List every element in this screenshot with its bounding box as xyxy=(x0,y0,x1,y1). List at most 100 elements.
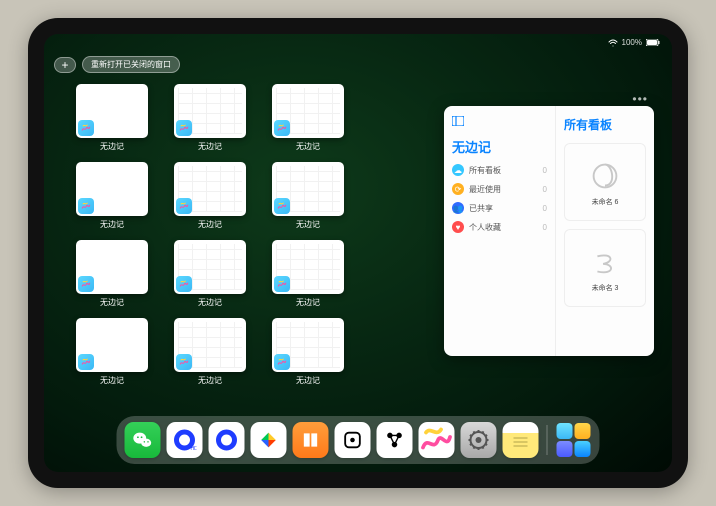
window-label: 无边记 xyxy=(100,375,124,386)
dock-app-books[interactable] xyxy=(293,422,329,458)
sidebar-item-label: 最近使用 xyxy=(469,184,501,195)
window-preview xyxy=(272,162,344,216)
sidebar-item-label: 所有看板 xyxy=(469,165,501,176)
window-thumbnail[interactable]: 无边记 xyxy=(174,318,246,386)
board-preview xyxy=(586,243,624,281)
dock-app-connect[interactable] xyxy=(377,422,413,458)
window-preview xyxy=(174,318,246,372)
reopen-closed-window-button[interactable]: 重新打开已关闭的窗口 xyxy=(82,56,180,73)
sidebar-toggle-icon[interactable] xyxy=(452,116,547,129)
window-preview xyxy=(76,162,148,216)
freeform-app-icon xyxy=(176,120,192,136)
window-thumbnail[interactable]: 无边记 xyxy=(174,84,246,152)
sidebar-item[interactable]: ♥ 个人收藏 0 xyxy=(452,221,547,233)
window-label: 无边记 xyxy=(198,219,222,230)
window-thumbnail[interactable]: 无边记 xyxy=(76,84,148,152)
window-preview xyxy=(272,84,344,138)
sidebar-item-count: 0 xyxy=(543,223,547,232)
window-thumbnail[interactable]: 无边记 xyxy=(76,240,148,308)
window-label: 无边记 xyxy=(100,297,124,308)
top-bar: + 重新打开已关闭的窗口 xyxy=(54,56,180,73)
sidebar-item-icon: ☁ xyxy=(452,164,464,176)
sidebar-item-icon: ⟳ xyxy=(452,183,464,195)
freeform-app-icon xyxy=(274,198,290,214)
dock-app-notes[interactable] xyxy=(503,422,539,458)
freeform-app-icon xyxy=(78,354,94,370)
dock-app-play[interactable] xyxy=(251,422,287,458)
battery-text: 100% xyxy=(622,38,642,47)
sidebar-item[interactable]: ☁ 所有看板 0 xyxy=(452,164,547,176)
sidebar-item-count: 0 xyxy=(543,166,547,175)
window-label: 无边记 xyxy=(296,141,320,152)
board-name: 未命名 3 xyxy=(592,283,619,293)
screen: 100% + 重新打开已关闭的窗口 无边记无边记无边记无边记无边记无边记无边记无… xyxy=(44,34,672,472)
sidebar-item-label: 已共享 xyxy=(469,203,493,214)
freeform-app-icon xyxy=(274,354,290,370)
wifi-icon xyxy=(608,39,618,47)
board-thumbnail[interactable]: 未命名 3 xyxy=(564,229,646,307)
new-window-button[interactable]: + xyxy=(54,57,76,73)
board-thumbnail[interactable]: 未命名 6 xyxy=(564,143,646,221)
window-switcher-grid: 无边记无边记无边记无边记无边记无边记无边记无边记无边记无边记无边记无边记 xyxy=(76,84,344,386)
window-preview xyxy=(174,240,246,294)
battery-icon xyxy=(646,39,660,46)
sidebar-item[interactable]: 👥 已共享 0 xyxy=(452,202,547,214)
window-preview xyxy=(174,162,246,216)
window-label: 无边记 xyxy=(100,219,124,230)
freeform-app-icon xyxy=(78,120,94,136)
window-label: 无边记 xyxy=(296,375,320,386)
freeform-app-icon xyxy=(274,276,290,292)
freeform-app-icon xyxy=(176,276,192,292)
dock-app-settings[interactable] xyxy=(461,422,497,458)
sidebar-item-icon: ♥ xyxy=(452,221,464,233)
window-label: 无边记 xyxy=(296,297,320,308)
window-label: 无边记 xyxy=(198,375,222,386)
window-preview xyxy=(272,318,344,372)
window-thumbnail[interactable]: 无边记 xyxy=(76,162,148,230)
dock-recent-apps[interactable] xyxy=(556,422,592,458)
svg-text:HD: HD xyxy=(191,446,197,452)
window-preview xyxy=(76,84,148,138)
window-thumbnail[interactable]: 无边记 xyxy=(272,84,344,152)
sidebar-item[interactable]: ⟳ 最近使用 0 xyxy=(452,183,547,195)
freeform-app-icon xyxy=(176,198,192,214)
freeform-app-icon xyxy=(78,198,94,214)
sidebar-item-count: 0 xyxy=(543,204,547,213)
board-name: 未命名 6 xyxy=(592,197,619,207)
window-label: 无边记 xyxy=(296,219,320,230)
dock-separator xyxy=(547,425,548,455)
panel-sidebar: 无边记 ☁所有看板0⟳最近使用0👥已共享0♥个人收藏0 xyxy=(444,106,556,356)
freeform-app-icon xyxy=(274,120,290,136)
panel-right-title: 所有看板 xyxy=(564,116,646,133)
dock: HD xyxy=(117,416,600,464)
freeform-sidebar-panel[interactable]: ••• 无边记 ☁所有看板0⟳最近使用0👥已共享0♥个人收藏0 所有看板 未命名… xyxy=(444,106,654,356)
board-preview xyxy=(586,157,624,195)
dock-app-dice[interactable] xyxy=(335,422,371,458)
dock-app-quark-hd[interactable]: HD xyxy=(167,422,203,458)
window-thumbnail[interactable]: 无边记 xyxy=(272,162,344,230)
sidebar-item-icon: 👥 xyxy=(452,202,464,214)
dock-app-quark[interactable] xyxy=(209,422,245,458)
window-preview xyxy=(174,84,246,138)
window-thumbnail[interactable]: 无边记 xyxy=(174,240,246,308)
sidebar-item-count: 0 xyxy=(543,185,547,194)
sidebar-item-label: 个人收藏 xyxy=(469,222,501,233)
window-thumbnail[interactable]: 无边记 xyxy=(272,240,344,308)
dock-app-freeform[interactable] xyxy=(419,422,455,458)
window-options-icon[interactable]: ••• xyxy=(632,92,648,106)
window-preview xyxy=(272,240,344,294)
panel-main: 所有看板 未命名 6 未命名 3 xyxy=(556,106,654,356)
status-bar: 100% xyxy=(608,38,660,47)
window-preview xyxy=(76,240,148,294)
dock-app-wechat[interactable] xyxy=(125,422,161,458)
window-thumbnail[interactable]: 无边记 xyxy=(272,318,344,386)
window-thumbnail[interactable]: 无边记 xyxy=(76,318,148,386)
window-label: 无边记 xyxy=(198,297,222,308)
freeform-app-icon xyxy=(176,354,192,370)
window-thumbnail[interactable]: 无边记 xyxy=(174,162,246,230)
window-preview xyxy=(76,318,148,372)
ipad-frame: 100% + 重新打开已关闭的窗口 无边记无边记无边记无边记无边记无边记无边记无… xyxy=(28,18,688,488)
window-label: 无边记 xyxy=(198,141,222,152)
window-label: 无边记 xyxy=(100,141,124,152)
freeform-app-icon xyxy=(78,276,94,292)
